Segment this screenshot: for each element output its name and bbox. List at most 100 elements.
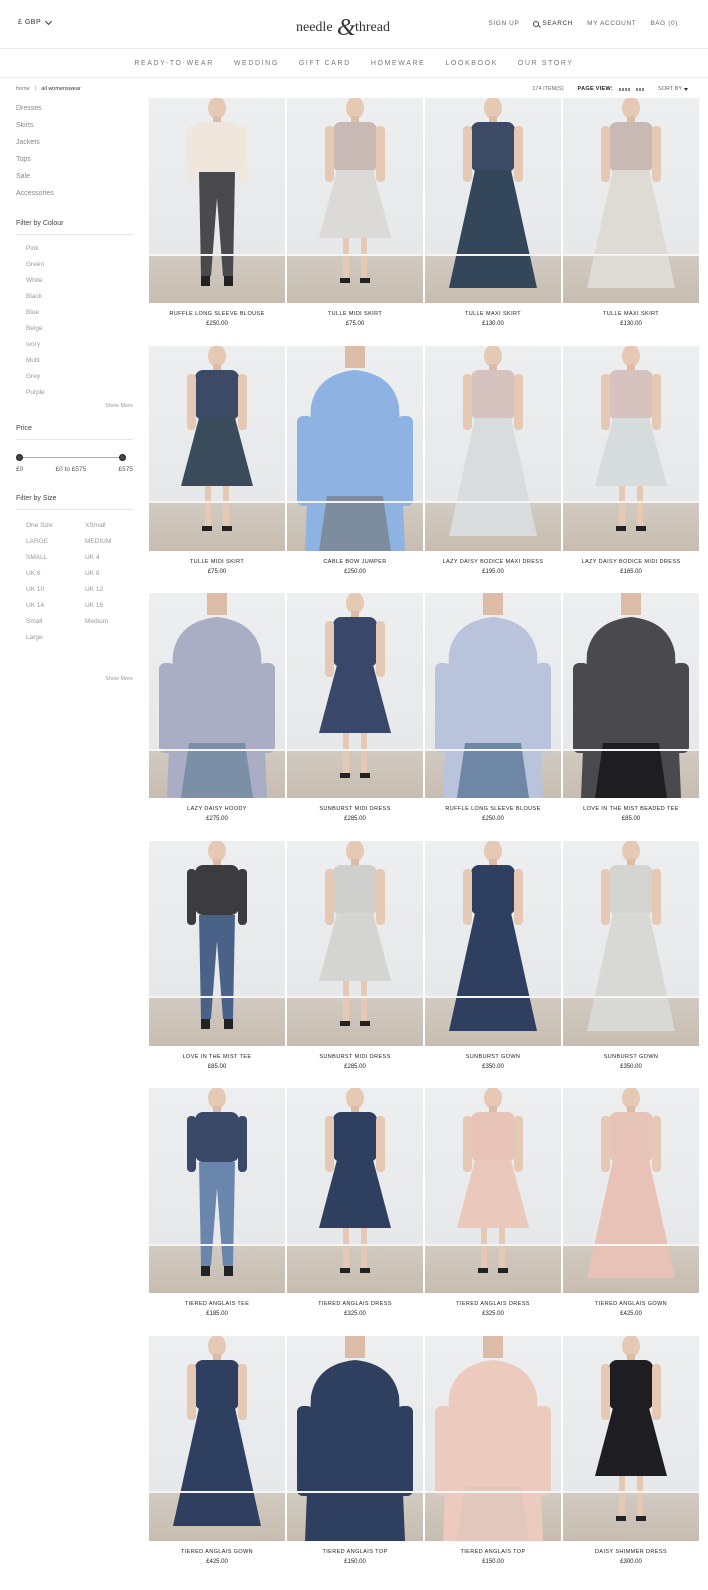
- product-card[interactable]: SUNBURST GOWN £350.00: [563, 840, 699, 1089]
- product-image[interactable]: [149, 98, 285, 303]
- colour-option[interactable]: Purple: [16, 385, 133, 401]
- size-option[interactable]: Large: [26, 630, 85, 646]
- grid-four-icon[interactable]: [619, 87, 631, 91]
- product-card[interactable]: RUFFLE LONG SLEEVE BLOUSE £250.00: [149, 98, 285, 346]
- product-card[interactable]: TIERED ANGLAIS TOP £150.00: [425, 1335, 561, 1584]
- product-card[interactable]: SUNBURST MIDI DRESS £285.00: [287, 593, 423, 841]
- category-dresses[interactable]: Dresses: [16, 100, 133, 117]
- product-card[interactable]: CABLE BOW JUMPER £250.00: [287, 345, 423, 594]
- colour-option[interactable]: White: [16, 273, 133, 289]
- size-option[interactable]: UK 6: [26, 566, 85, 582]
- product-card[interactable]: TIERED ANGLAIS GOWN £425.00: [563, 1088, 699, 1336]
- category-tops[interactable]: Tops: [16, 151, 133, 168]
- product-image[interactable]: [425, 1335, 561, 1541]
- size-option[interactable]: UK 12: [85, 582, 144, 598]
- product-image[interactable]: [563, 1335, 699, 1541]
- bag-link[interactable]: BAG (0): [650, 20, 678, 27]
- product-image[interactable]: [287, 840, 423, 1046]
- product-image[interactable]: [149, 593, 285, 798]
- size-option[interactable]: One Size: [26, 518, 85, 534]
- nav-ready-to-wear[interactable]: READY-TO-WEAR: [134, 60, 214, 67]
- product-name[interactable]: LOVE IN THE MIST BEADED TEE: [563, 806, 699, 812]
- nav-wedding[interactable]: WEDDING: [234, 60, 279, 67]
- product-image[interactable]: [563, 98, 699, 303]
- product-image[interactable]: [563, 345, 699, 551]
- price-slider[interactable]: [16, 448, 133, 468]
- size-option[interactable]: UK 10: [26, 582, 85, 598]
- product-image[interactable]: [425, 1088, 561, 1293]
- price-slider-max-handle[interactable]: [119, 454, 126, 461]
- size-option[interactable]: UK 8: [85, 566, 144, 582]
- product-card[interactable]: DAISY SHIMMER DRESS £300.00: [563, 1335, 699, 1584]
- product-name[interactable]: TIERED ANGLAIS TOP: [287, 1549, 423, 1555]
- product-card[interactable]: TIERED ANGLAIS TEE £185.00: [149, 1088, 285, 1336]
- product-image[interactable]: [287, 345, 423, 551]
- product-image[interactable]: [287, 1088, 423, 1293]
- product-name[interactable]: CABLE BOW JUMPER: [287, 559, 423, 565]
- size-option[interactable]: Medium: [85, 614, 144, 630]
- product-card[interactable]: TULLE MIDI SKIRT £75.00: [149, 345, 285, 594]
- product-name[interactable]: TULLE MIDI SKIRT: [287, 311, 423, 317]
- product-name[interactable]: DAISY SHIMMER DRESS: [563, 1549, 699, 1555]
- grid-three-icon[interactable]: [636, 87, 645, 91]
- product-name[interactable]: RUFFLE LONG SLEEVE BLOUSE: [149, 311, 285, 317]
- product-image[interactable]: [149, 840, 285, 1046]
- signup-link[interactable]: SIGN UP: [488, 20, 519, 27]
- product-image[interactable]: [287, 98, 423, 303]
- product-card[interactable]: SUNBURST MIDI DRESS £285.00: [287, 840, 423, 1089]
- product-card[interactable]: TIERED ANGLAIS DRESS £325.00: [425, 1088, 561, 1336]
- product-card[interactable]: TULLE MAXI SKIRT £130.00: [425, 98, 561, 346]
- product-card[interactable]: TIERED ANGLAIS TOP £150.00: [287, 1335, 423, 1584]
- product-name[interactable]: TULLE MAXI SKIRT: [425, 311, 561, 317]
- product-image[interactable]: [563, 593, 699, 798]
- search-link[interactable]: SEARCH: [533, 20, 573, 27]
- category-sale[interactable]: Sale: [16, 168, 133, 185]
- nav-homeware[interactable]: HOMEWARE: [371, 60, 426, 67]
- product-name[interactable]: SUNBURST MIDI DRESS: [287, 806, 423, 812]
- size-option[interactable]: UK 16: [85, 598, 144, 614]
- product-image[interactable]: [149, 1335, 285, 1541]
- product-name[interactable]: TULLE MIDI SKIRT: [149, 559, 285, 565]
- product-image[interactable]: [149, 1088, 285, 1293]
- colour-option[interactable]: Green: [16, 257, 133, 273]
- product-image[interactable]: [287, 593, 423, 798]
- colour-option[interactable]: Blue: [16, 305, 133, 321]
- product-name[interactable]: LAZY DAISY BODICE MAXI DRESS: [425, 559, 561, 565]
- size-option[interactable]: UK 14: [26, 598, 85, 614]
- product-image[interactable]: [287, 1335, 423, 1541]
- currency-selector[interactable]: £ GBP: [18, 17, 53, 26]
- product-name[interactable]: SUNBURST GOWN: [563, 1054, 699, 1060]
- product-image[interactable]: [149, 345, 285, 551]
- product-name[interactable]: LOVE IN THE MIST TEE: [149, 1054, 285, 1060]
- size-option[interactable]: UK 4: [85, 550, 144, 566]
- product-card[interactable]: TULLE MIDI SKIRT £75.00: [287, 98, 423, 346]
- product-name[interactable]: TIERED ANGLAIS DRESS: [287, 1301, 423, 1307]
- colour-option[interactable]: Ivory: [16, 337, 133, 353]
- category-skirts[interactable]: Skirts: [16, 117, 133, 134]
- colour-option[interactable]: Multi: [16, 353, 133, 369]
- nav-lookbook[interactable]: LOOKBOOK: [445, 60, 497, 67]
- product-image[interactable]: [425, 840, 561, 1046]
- product-name[interactable]: TIERED ANGLAIS GOWN: [563, 1301, 699, 1307]
- sort-dropdown[interactable]: SORT BY: [658, 86, 688, 92]
- product-name[interactable]: TIERED ANGLAIS TOP: [425, 1549, 561, 1555]
- product-name[interactable]: TULLE MAXI SKIRT: [563, 311, 699, 317]
- breadcrumb-home[interactable]: home: [16, 86, 30, 92]
- product-card[interactable]: TIERED ANGLAIS GOWN £425.00: [149, 1335, 285, 1584]
- colour-option[interactable]: Grey: [16, 369, 133, 385]
- product-name[interactable]: SUNBURST MIDI DRESS: [287, 1054, 423, 1060]
- colour-option[interactable]: Pink: [16, 241, 133, 257]
- product-name[interactable]: TIERED ANGLAIS GOWN: [149, 1549, 285, 1555]
- size-show-more[interactable]: Show More: [16, 676, 133, 682]
- product-card[interactable]: TIERED ANGLAIS DRESS £325.00: [287, 1088, 423, 1336]
- product-card[interactable]: LAZY DAISY HOODY £275.00: [149, 593, 285, 841]
- size-option[interactable]: Small: [26, 614, 85, 630]
- product-image[interactable]: [425, 98, 561, 303]
- price-slider-min-handle[interactable]: [16, 454, 23, 461]
- product-name[interactable]: LAZY DAISY BODICE MIDI DRESS: [563, 559, 699, 565]
- product-card[interactable]: SUNBURST GOWN £350.00: [425, 840, 561, 1089]
- product-card[interactable]: LAZY DAISY BODICE MIDI DRESS £165.00: [563, 345, 699, 594]
- product-image[interactable]: [563, 840, 699, 1046]
- site-logo[interactable]: needle & thread: [294, 10, 404, 40]
- size-option[interactable]: LARGE: [26, 534, 85, 550]
